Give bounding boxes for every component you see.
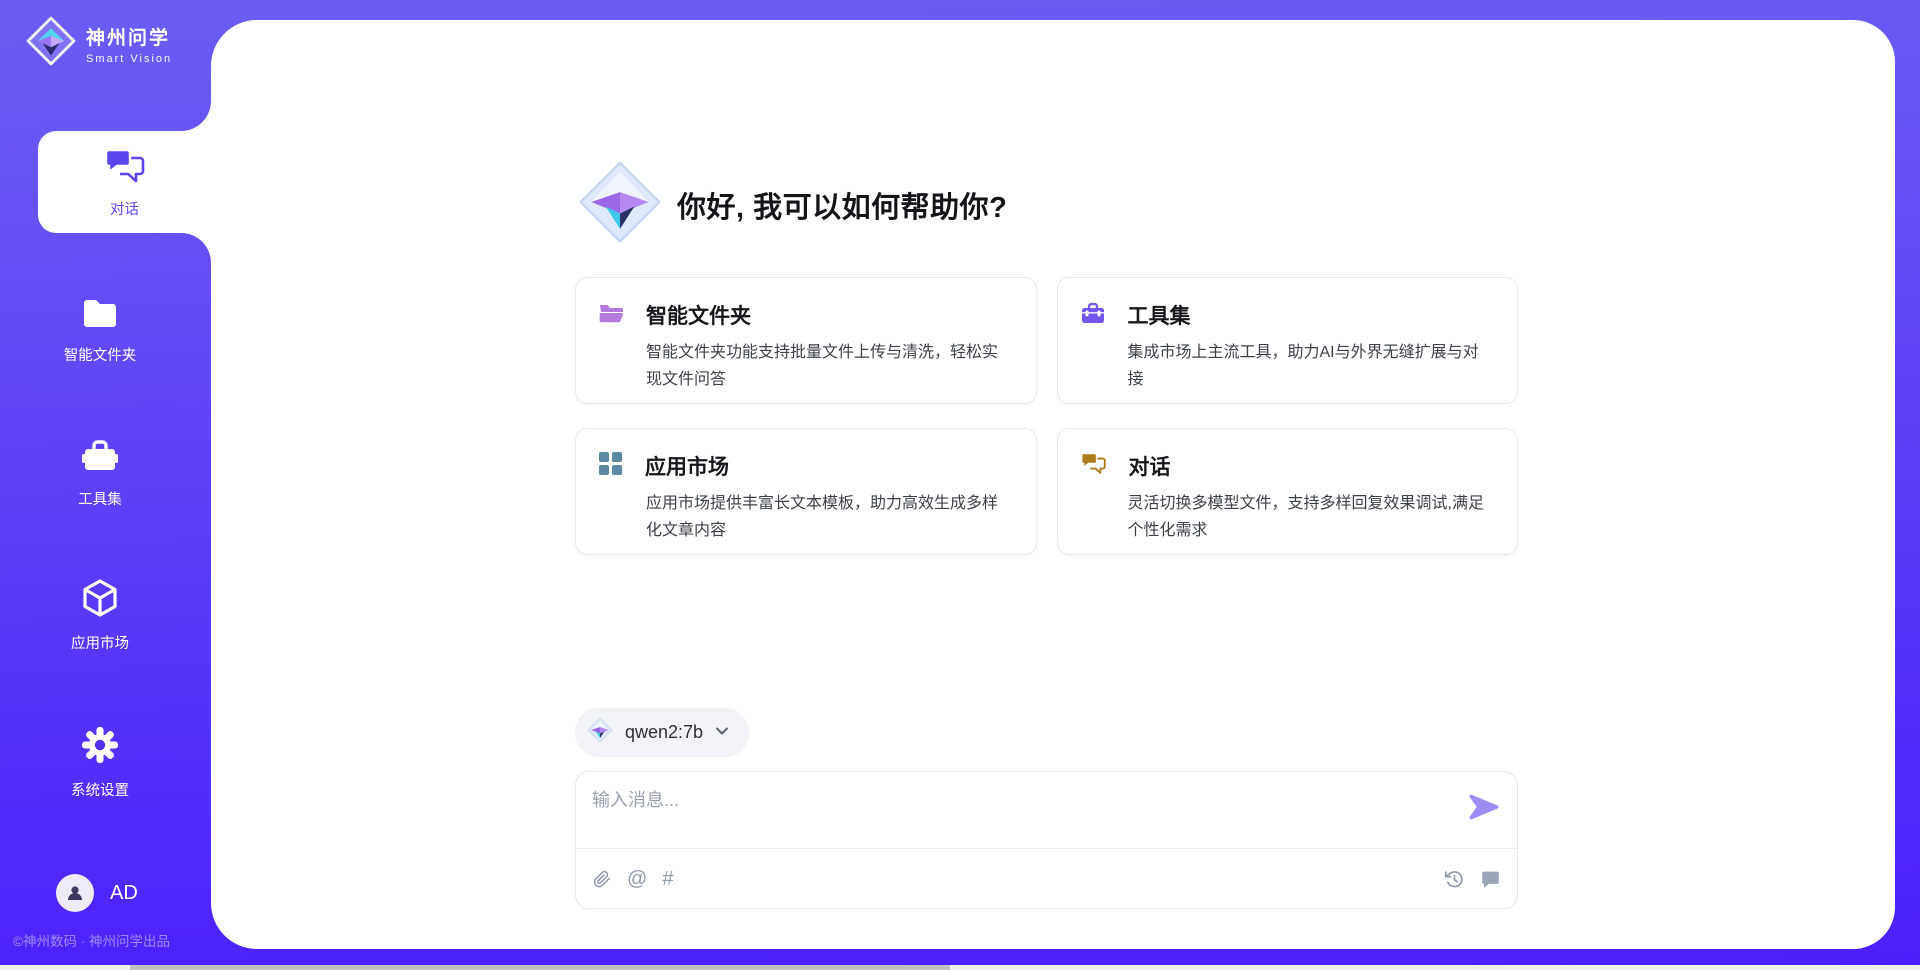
card-smart-folder[interactable]: 智能文件夹 智能文件夹功能支持批量文件上传与清洗，轻松实现文件问答: [575, 277, 1037, 404]
paperclip-icon: [592, 868, 612, 890]
hash-icon: #: [662, 868, 673, 891]
copyright-text: ©神州数码 · 神州问学出品: [13, 930, 170, 950]
card-toolset[interactable]: 工具集 集成市场上主流工具，助力AI与外界无缝扩展与对接: [1057, 277, 1519, 404]
tab-fillet-bottom: [181, 233, 211, 263]
folder-icon: [81, 296, 119, 335]
card-title: 应用市场: [645, 451, 729, 481]
brand-diamond-icon: [26, 16, 76, 71]
main-panel: 你好, 我可以如何帮助你? 智能文件夹 智能文件夹功能支持批量文件上传与清洗，轻…: [211, 20, 1895, 949]
sidebar-item-app-market[interactable]: 应用市场: [0, 570, 200, 660]
send-button[interactable]: [1469, 794, 1499, 820]
card-description: 灵活切换多模型文件，支持多样回复效果调试,满足个性化需求: [1128, 490, 1492, 544]
folder-open-icon: [598, 301, 624, 330]
briefcase-icon: [81, 438, 119, 479]
avatar: [56, 874, 94, 912]
user-account[interactable]: AD: [56, 874, 138, 912]
card-chat[interactable]: 对话 灵活切换多模型文件，支持多样回复效果调试,满足个性化需求: [1057, 428, 1519, 555]
composer: qwen2:7b: [575, 708, 1518, 909]
card-title: 智能文件夹: [646, 300, 751, 330]
topic-button[interactable]: #: [662, 868, 673, 891]
sidebar-item-label: 系统设置: [71, 779, 129, 800]
chevron-down-icon: [715, 724, 729, 742]
message-input[interactable]: [592, 786, 1452, 838]
card-description: 智能文件夹功能支持批量文件上传与清洗，轻松实现文件问答: [646, 339, 1010, 393]
chat-bubbles-icon: [104, 146, 146, 191]
horizontal-scrollbar-track[interactable]: [0, 965, 1920, 970]
sidebar: 神州问学 Smart Vision 对话 智能文件夹: [0, 0, 211, 970]
at-icon: @: [627, 868, 647, 891]
sidebar-item-toolset[interactable]: 工具集: [0, 428, 200, 518]
sidebar-item-label: 智能文件夹: [64, 344, 137, 365]
feature-cards: 智能文件夹 智能文件夹功能支持批量文件上传与清洗，轻松实现文件问答: [575, 277, 1518, 555]
brand-subtitle: Smart Vision: [86, 53, 172, 65]
model-diamond-icon: [587, 717, 613, 748]
history-button[interactable]: [1443, 868, 1465, 890]
greeting-heading: 你好, 我可以如何帮助你?: [677, 184, 1007, 226]
model-selector[interactable]: qwen2:7b: [575, 708, 749, 757]
comment-icon: [1480, 869, 1501, 890]
card-description: 集成市场上主流工具，助力AI与外界无缝扩展与对接: [1128, 339, 1492, 393]
card-app-market[interactable]: 应用市场 应用市场提供丰富长文本模板，助力高效生成多样化文章内容: [575, 428, 1037, 555]
sidebar-item-smart-folder[interactable]: 智能文件夹: [0, 285, 200, 375]
card-title: 对话: [1129, 451, 1171, 481]
horizontal-scrollbar-thumb[interactable]: [130, 965, 950, 970]
brand-logo: 神州问学 Smart Vision: [26, 16, 172, 71]
attachment-button[interactable]: [592, 868, 612, 890]
cube-icon: [81, 578, 119, 623]
user-name: AD: [110, 882, 138, 905]
brand-name: 神州问学: [86, 23, 172, 50]
briefcase-icon: [1080, 301, 1106, 330]
history-icon: [1443, 868, 1465, 890]
card-title: 工具集: [1128, 300, 1191, 330]
mention-button[interactable]: @: [627, 868, 647, 891]
welcome-diamond-icon: [577, 158, 663, 251]
sidebar-item-chat[interactable]: 对话: [38, 131, 211, 233]
gear-icon: [80, 725, 120, 770]
sidebar-item-label: 工具集: [78, 488, 122, 509]
grid-icon: [598, 451, 623, 481]
message-input-box: @ #: [575, 771, 1518, 909]
tab-fillet-top: [181, 101, 211, 131]
welcome-block: 你好, 我可以如何帮助你?: [577, 158, 1007, 251]
sidebar-item-settings[interactable]: 系统设置: [0, 717, 200, 807]
card-description: 应用市场提供丰富长文本模板，助力高效生成多样化文章内容: [646, 490, 1010, 544]
model-name: qwen2:7b: [625, 722, 703, 743]
chat-bubbles-icon: [1080, 451, 1107, 481]
sidebar-item-label: 对话: [110, 198, 139, 219]
comment-button[interactable]: [1480, 869, 1501, 890]
sidebar-item-label: 应用市场: [71, 632, 129, 653]
